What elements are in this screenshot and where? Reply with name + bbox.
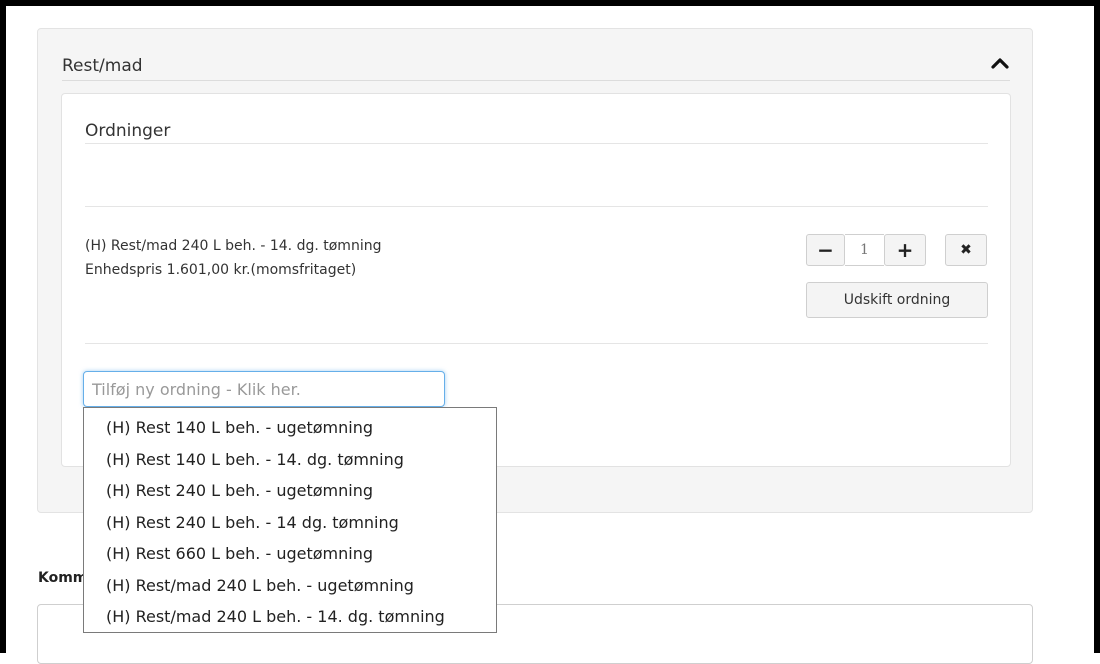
minus-icon: −: [817, 238, 834, 262]
section-divider: [62, 80, 1010, 81]
dropdown-option[interactable]: (H) Rest/mad 240 L beh. - 14. dg. tømnin…: [84, 601, 496, 633]
chevron-up-icon[interactable]: [990, 56, 1010, 70]
ordninger-title: Ordninger: [85, 121, 171, 141]
dropdown-option[interactable]: (H) Rest 240 L beh. - ugetømning: [84, 475, 496, 507]
dropdown-option[interactable]: (H) Rest 660 L beh. - ugetømning: [84, 538, 496, 570]
dropdown-option[interactable]: (H) Rest 140 L beh. - ugetømning: [84, 412, 496, 444]
ordninger-title-divider: [85, 143, 988, 144]
increase-quantity-button[interactable]: +: [884, 234, 926, 266]
dropdown-option[interactable]: (H) Rest 240 L beh. - 14 dg. tømning: [84, 507, 496, 539]
plus-icon: +: [896, 238, 914, 262]
replace-ordning-button[interactable]: Udskift ordning: [806, 282, 988, 318]
dropdown-option[interactable]: (H) Rest/mad 240 L beh. - ugetømning: [84, 570, 496, 602]
remove-ordning-button[interactable]: ✖: [945, 234, 987, 266]
ordning-suggestion-dropdown: (H) Rest 140 L beh. - ugetømning (H) Res…: [83, 407, 497, 633]
close-icon: ✖: [960, 242, 972, 258]
comment-label: Komm: [38, 570, 88, 586]
decrease-quantity-button[interactable]: −: [806, 234, 845, 266]
ordning-name: (H) Rest/mad 240 L beh. - 14. dg. tømnin…: [85, 238, 382, 254]
ordninger-list-divider-bottom: [85, 343, 988, 344]
section-title: Rest/mad: [62, 56, 143, 76]
ordning-unit-price: Enhedspris 1.601,00 kr.(momsfritaget): [85, 262, 357, 278]
add-ordning-input[interactable]: [83, 371, 445, 407]
quantity-field[interactable]: 1: [845, 234, 884, 266]
dropdown-option[interactable]: (H) Rest 140 L beh. - 14. dg. tømning: [84, 444, 496, 476]
ordninger-list-divider-top: [85, 206, 988, 207]
